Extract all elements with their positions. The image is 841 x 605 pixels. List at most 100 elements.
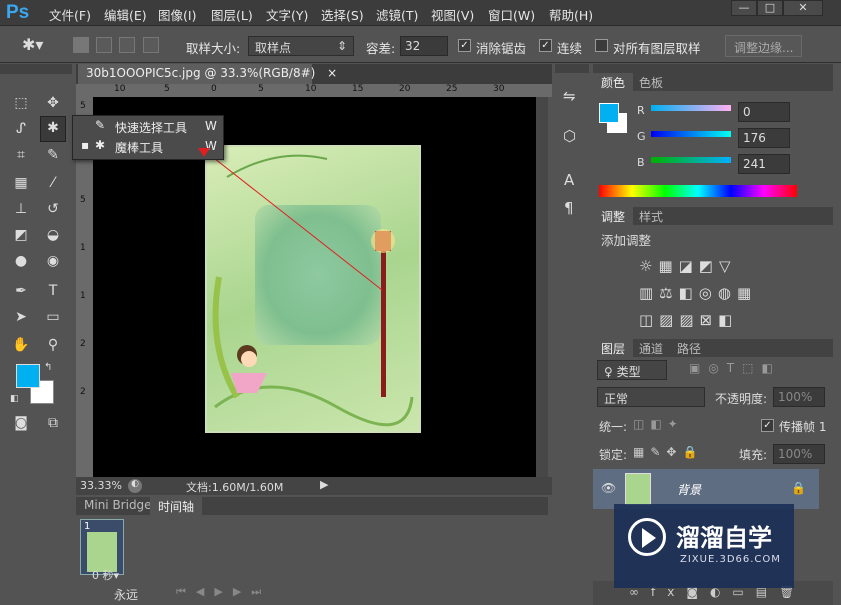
dropdown-arrow-icon: ⇕ (336, 39, 347, 53)
b-slider[interactable] (651, 157, 731, 163)
marquee-tool-icon[interactable]: ⬚ (10, 92, 32, 114)
tab-styles[interactable]: 样式 (631, 207, 671, 225)
brush-tool-icon[interactable]: ⁄ (42, 172, 64, 194)
tab-channels[interactable]: 通道 (631, 339, 671, 357)
refine-edge-button[interactable]: 调整边缘... (725, 35, 803, 57)
sample-all-checkbox[interactable] (595, 39, 608, 52)
g-label: G (637, 130, 646, 143)
magic-wand-preset-icon[interactable]: ✱▾ (22, 35, 43, 54)
r-slider[interactable] (651, 105, 731, 111)
canvas-scrollbar[interactable] (536, 97, 548, 477)
adjustment-icons[interactable]: ☼▦◪◩▽ ▥⚖◧◎◍▦ ◫▨▨⊠◧ (639, 253, 789, 334)
quick-mask-icon[interactable]: ◙ (10, 412, 32, 434)
tab-swatches[interactable]: 色板 (631, 73, 671, 91)
mid-dock-header[interactable] (555, 64, 589, 73)
history-panel-icon[interactable]: ⇋ (563, 87, 576, 105)
tab-layers[interactable]: 图层 (593, 339, 634, 357)
menu-window[interactable]: 窗口(W) (488, 5, 535, 24)
color-panel-fg[interactable] (599, 103, 619, 123)
hand-tool-icon[interactable]: ✋ (10, 334, 32, 356)
visibility-eye-icon[interactable]: 👁 (601, 481, 616, 495)
zoom-tool-icon[interactable]: ⚲ (42, 334, 64, 356)
dodge-tool-icon[interactable]: ◉ (42, 250, 64, 272)
contiguous-checkbox[interactable]: ✓ (539, 39, 552, 52)
g-input[interactable]: 176 (738, 128, 790, 148)
layer-filter-dropdown[interactable]: ♀ 类型 (597, 360, 667, 380)
horizontal-ruler: 10 5 0 5 10 15 20 25 30 (76, 84, 552, 97)
status-info-icon[interactable]: ◐ (128, 479, 142, 493)
menu-select[interactable]: 选择(S) (321, 5, 364, 24)
flyout-quick-selection[interactable]: ✎ 快速选择工具 W (73, 118, 223, 137)
menu-type[interactable]: 文字(Y) (266, 5, 308, 24)
tab-timeline[interactable]: 时间轴 (150, 497, 203, 515)
history-brush-tool-icon[interactable]: ↺ (42, 198, 64, 220)
loop-dropdown[interactable]: 永远 (114, 586, 138, 603)
b-input[interactable]: 241 (738, 154, 790, 174)
menu-filter[interactable]: 滤镜(T) (376, 5, 418, 24)
default-colors-icon[interactable]: ◧ (10, 394, 19, 404)
toolbar-header[interactable] (0, 64, 72, 74)
subtract-selection-icon[interactable] (119, 37, 135, 53)
frame-delay[interactable]: 0 秒▾ (92, 567, 119, 583)
ruler-v-label: 1 (80, 243, 86, 253)
paint-bucket-tool-icon[interactable]: ◒ (42, 224, 64, 246)
menu-layer[interactable]: 图层(L) (211, 5, 253, 24)
tab-mini-bridge[interactable]: Mini Bridge (76, 497, 160, 515)
foreground-color-swatch[interactable] (16, 364, 40, 388)
maximize-button[interactable]: □ (757, 0, 783, 16)
3d-panel-icon[interactable]: ⬡ (563, 127, 576, 145)
color-spectrum[interactable] (599, 185, 797, 197)
eraser-tool-icon[interactable]: ◩ (10, 224, 32, 246)
playback-controls[interactable]: ⏮◀▶▶⏭ (176, 585, 271, 599)
menu-image[interactable]: 图像(I) (158, 5, 196, 24)
rectangle-tool-icon[interactable]: ▭ (42, 306, 64, 328)
g-slider[interactable] (651, 131, 731, 137)
type-tool-icon[interactable]: T (42, 280, 64, 302)
layer-filter-icons[interactable]: ▣◎T⬚◧ (689, 361, 781, 375)
layer-row-background[interactable]: 👁 背景 🔒 (593, 469, 819, 509)
clone-stamp-tool-icon[interactable]: ⊥ (10, 198, 32, 220)
menu-view[interactable]: 视图(V) (431, 5, 474, 24)
blur-tool-icon[interactable]: ● (10, 250, 32, 272)
magic-wand-tool-icon[interactable]: ✱ (40, 116, 66, 142)
tab-color[interactable]: 颜色 (593, 73, 634, 91)
add-selection-icon[interactable] (96, 37, 112, 53)
unify-icons[interactable]: ◫◧✦ (633, 417, 684, 431)
swap-colors-icon[interactable]: ↰ (44, 362, 52, 373)
sample-size-dropdown[interactable]: 取样点 ⇕ (248, 36, 354, 56)
status-menu-arrow-icon[interactable]: ▶ (320, 478, 328, 491)
propagate-checkbox[interactable]: ✓ (761, 419, 774, 432)
tab-paths[interactable]: 路径 (669, 339, 709, 357)
minimize-button[interactable]: — (731, 0, 757, 16)
antialias-checkbox[interactable]: ✓ (458, 39, 471, 52)
eyedropper-tool-icon[interactable]: ✎ (42, 144, 64, 166)
tolerance-input[interactable]: 32 (400, 36, 448, 56)
intersect-selection-icon[interactable] (143, 37, 159, 53)
fill-input[interactable]: 100% (773, 444, 825, 464)
document-tab-close-icon[interactable]: × (327, 66, 337, 80)
timeline-panel: Mini Bridge 时间轴 1 0 秒▾ 永远 ⏮◀▶▶⏭ (76, 497, 548, 605)
adjustments-title: 添加调整 (601, 233, 652, 248)
right-dock-header[interactable] (593, 64, 833, 73)
menu-help[interactable]: 帮助(H) (549, 5, 593, 24)
pen-tool-icon[interactable]: ✒ (10, 280, 32, 302)
screen-mode-icon[interactable]: ⧉ (42, 412, 64, 434)
new-selection-icon[interactable] (73, 37, 89, 53)
menu-edit[interactable]: 编辑(E) (104, 5, 147, 24)
blend-mode-dropdown[interactable]: 正常 (597, 387, 705, 407)
healing-brush-tool-icon[interactable]: ▦ (10, 172, 32, 194)
paragraph-panel-icon[interactable]: ¶ (564, 199, 574, 217)
move-tool-icon[interactable]: ✥ (42, 92, 64, 114)
document-tab[interactable]: 30b1OOOPIC5c.jpg @ 33.3%(RGB/8#) × (78, 64, 337, 84)
zoom-level[interactable]: 33.33% (80, 479, 122, 492)
opacity-input[interactable]: 100% (773, 387, 825, 407)
r-input[interactable]: 0 (738, 102, 790, 122)
lock-icons[interactable]: ▦✎✥🔒 (633, 445, 703, 459)
character-panel-icon[interactable]: A (564, 171, 574, 189)
lasso-tool-icon[interactable]: ᔑ (10, 118, 32, 140)
crop-tool-icon[interactable]: ⌗ (10, 144, 32, 166)
path-selection-tool-icon[interactable]: ➤ (10, 306, 32, 328)
menu-file[interactable]: 文件(F) (49, 5, 91, 24)
close-button[interactable]: ✕ (783, 0, 823, 16)
tab-adjustments[interactable]: 调整 (593, 207, 634, 225)
